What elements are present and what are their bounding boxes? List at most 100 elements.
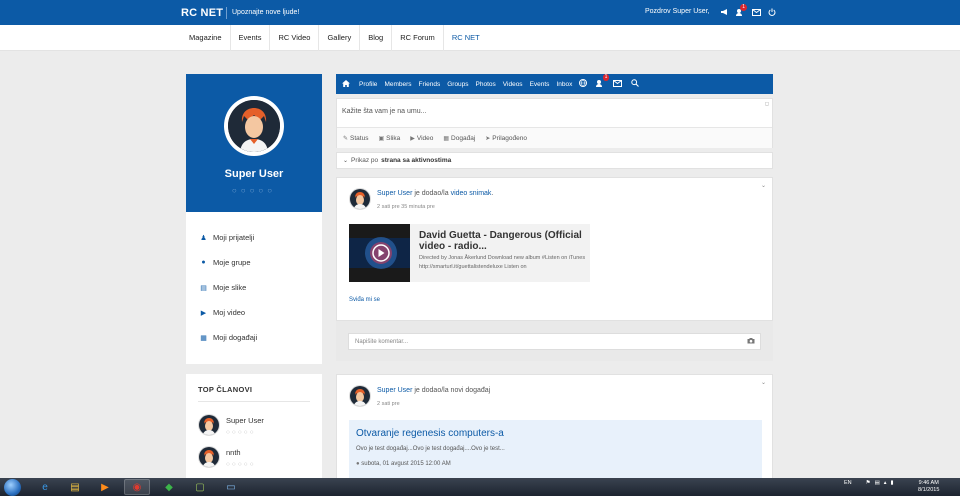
- filter-value[interactable]: strana sa aktivnostima: [381, 157, 451, 164]
- post-headline: Super User je dodao/la video snimak.: [377, 190, 494, 197]
- nav-rc-net[interactable]: RC NET: [442, 25, 488, 51]
- power-icon[interactable]: [764, 5, 780, 19]
- activity-filter[interactable]: ⌄ Prikaz po strana sa aktivnostima: [336, 152, 773, 169]
- chevron-down-icon[interactable]: ⌄: [761, 182, 766, 189]
- profile-avatar[interactable]: [224, 96, 284, 156]
- start-button-icon[interactable]: [4, 479, 21, 496]
- main-nav: Magazine Events RC Video Gallery Blog RC…: [181, 25, 488, 51]
- sidebar-item-label: Moj video: [213, 308, 246, 317]
- member-name[interactable]: Super User: [226, 416, 264, 425]
- camera-icon[interactable]: [747, 337, 755, 346]
- tab-status[interactable]: ✎ Status: [343, 135, 368, 142]
- calendar-icon: ▦: [200, 334, 207, 342]
- system-clock[interactable]: 9:46 AM 8/1/2015: [918, 480, 939, 494]
- profile-rating: ○○○○○: [231, 186, 277, 195]
- profile-menu: ♟ Moji prijatelji ● Moje grupe ▤ Moje sl…: [186, 212, 322, 364]
- brand-logo[interactable]: RC NET: [181, 7, 223, 19]
- event-card[interactable]: Otvaranje regenesis computers-a Ovo je t…: [349, 420, 762, 482]
- video-description: Directed by Jonas Åkerlund Download new …: [419, 255, 586, 270]
- member-name[interactable]: nnth: [226, 448, 256, 457]
- nav-events[interactable]: Events: [229, 25, 270, 51]
- avatar[interactable]: [198, 446, 220, 468]
- notifications-icon[interactable]: 1: [732, 4, 748, 19]
- toolbar-videos[interactable]: Videos: [503, 81, 523, 88]
- top-icons: 1: [716, 4, 780, 19]
- mail-icon[interactable]: [748, 5, 764, 19]
- sidebar-item-label: Moji događaji: [213, 333, 258, 342]
- chrome-icon[interactable]: ◉: [124, 479, 150, 495]
- sidebar-item-photos[interactable]: ▤ Moje slike: [200, 283, 246, 292]
- post-object-link[interactable]: video snimak: [451, 190, 492, 197]
- filter-prefix: Prikaz po: [351, 157, 379, 164]
- sidebar-item-video[interactable]: ▶ Moj video: [200, 308, 245, 317]
- friend-requests-icon[interactable]: 1: [596, 74, 610, 89]
- event-title[interactable]: Otvaranje regenesis computers-a: [356, 428, 504, 439]
- brand-divider: [226, 7, 227, 19]
- notification-badge: 1: [740, 4, 747, 11]
- main-nav-bar: Magazine Events RC Video Gallery Blog RC…: [0, 25, 960, 51]
- home-icon[interactable]: [342, 79, 350, 89]
- tagline: Upoznajte nove ljude!: [232, 9, 300, 16]
- mail-icon[interactable]: [613, 79, 623, 89]
- event-description: Ovo je test događaj...Ovo je test događa…: [356, 446, 505, 452]
- media-player-icon[interactable]: ▶: [92, 479, 118, 495]
- nav-rc-forum[interactable]: RC Forum: [391, 25, 443, 51]
- speaker-icon[interactable]: ▴: [884, 480, 887, 486]
- post-timestamp: 2 sati pre: [377, 401, 400, 407]
- app-icon[interactable]: ▭: [218, 479, 244, 495]
- users-icon: ●: [201, 259, 206, 266]
- video-card[interactable]: David Guetta - Dangerous (Official video…: [349, 224, 590, 282]
- post-author-link[interactable]: Super User: [377, 190, 412, 197]
- megaphone-icon[interactable]: [716, 5, 732, 19]
- tab-custom[interactable]: ➤ Prilagođeno: [485, 135, 527, 142]
- chevron-down-icon[interactable]: ⌄: [761, 379, 766, 386]
- member-item[interactable]: nnth ○○○○○: [198, 446, 256, 468]
- event-date: ● subota, 01 avgust 2015 12:00 AM: [356, 461, 451, 467]
- profile-name[interactable]: Super User: [186, 168, 322, 180]
- post-author-link[interactable]: Super User: [377, 387, 412, 394]
- sidebar-item-friends[interactable]: ♟ Moji prijatelji: [200, 233, 254, 242]
- notification-badge: 1: [602, 74, 610, 81]
- nav-magazine[interactable]: Magazine: [181, 25, 230, 51]
- video-title[interactable]: David Guetta - Dangerous (Official video…: [419, 230, 587, 252]
- notepad-icon[interactable]: ▢: [187, 479, 213, 495]
- avatar[interactable]: [349, 188, 371, 210]
- language-indicator[interactable]: EN: [844, 480, 852, 486]
- toolbar-photos[interactable]: Photos: [476, 81, 496, 88]
- post-headline: Super User je dodao/la novi događaj: [377, 387, 491, 394]
- avatar[interactable]: [349, 385, 371, 407]
- sidebar-item-groups[interactable]: ● Moje grupe: [200, 258, 250, 267]
- toolbar-groups[interactable]: Groups: [447, 81, 468, 88]
- globe-icon[interactable]: [579, 79, 588, 89]
- tab-event[interactable]: ▦ Događaj: [443, 135, 475, 142]
- avatar[interactable]: [198, 414, 220, 436]
- toolbar-inbox[interactable]: Inbox: [556, 81, 572, 88]
- toolbar-events[interactable]: Events: [530, 81, 550, 88]
- toolbar-profile[interactable]: Profile: [359, 81, 377, 88]
- file-explorer-icon[interactable]: ▤: [62, 479, 88, 495]
- toolbar-members[interactable]: Members: [384, 81, 411, 88]
- search-icon[interactable]: [631, 79, 640, 89]
- nav-gallery[interactable]: Gallery: [318, 25, 359, 51]
- tab-video[interactable]: ▶ Video: [410, 135, 433, 142]
- app-icon[interactable]: ◆: [156, 479, 182, 495]
- like-link[interactable]: Sviđa mi se: [349, 297, 380, 303]
- status-input[interactable]: Kažite šta vam je na umu...: [342, 108, 426, 115]
- sidebar-item-events[interactable]: ▦ Moji događaji: [200, 333, 257, 342]
- user-greeting[interactable]: Pozdrov Super User,: [645, 8, 710, 15]
- nav-rc-video[interactable]: RC Video: [269, 25, 318, 51]
- member-rating: ○○○○○: [226, 429, 256, 436]
- tab-photo[interactable]: ▣ Slika: [378, 135, 400, 142]
- toolbar-friends[interactable]: Friends: [419, 81, 441, 88]
- comment-input[interactable]: Napišite komentar...: [348, 333, 761, 350]
- top-members-card: TOP ČLANOVI Super User ○○○○○ nnth ○○○○○: [186, 374, 322, 484]
- chevron-down-icon: ⌄: [343, 158, 349, 164]
- member-item[interactable]: Super User ○○○○○: [198, 414, 264, 436]
- video-thumbnail[interactable]: [349, 224, 410, 282]
- battery-icon[interactable]: ▮: [891, 480, 894, 486]
- nav-blog[interactable]: Blog: [359, 25, 391, 51]
- network-icon[interactable]: ▤: [875, 480, 880, 486]
- internet-explorer-icon[interactable]: e: [32, 479, 58, 495]
- flag-icon[interactable]: ⚑: [866, 480, 871, 486]
- sidebar-item-label: Moje slike: [213, 283, 247, 292]
